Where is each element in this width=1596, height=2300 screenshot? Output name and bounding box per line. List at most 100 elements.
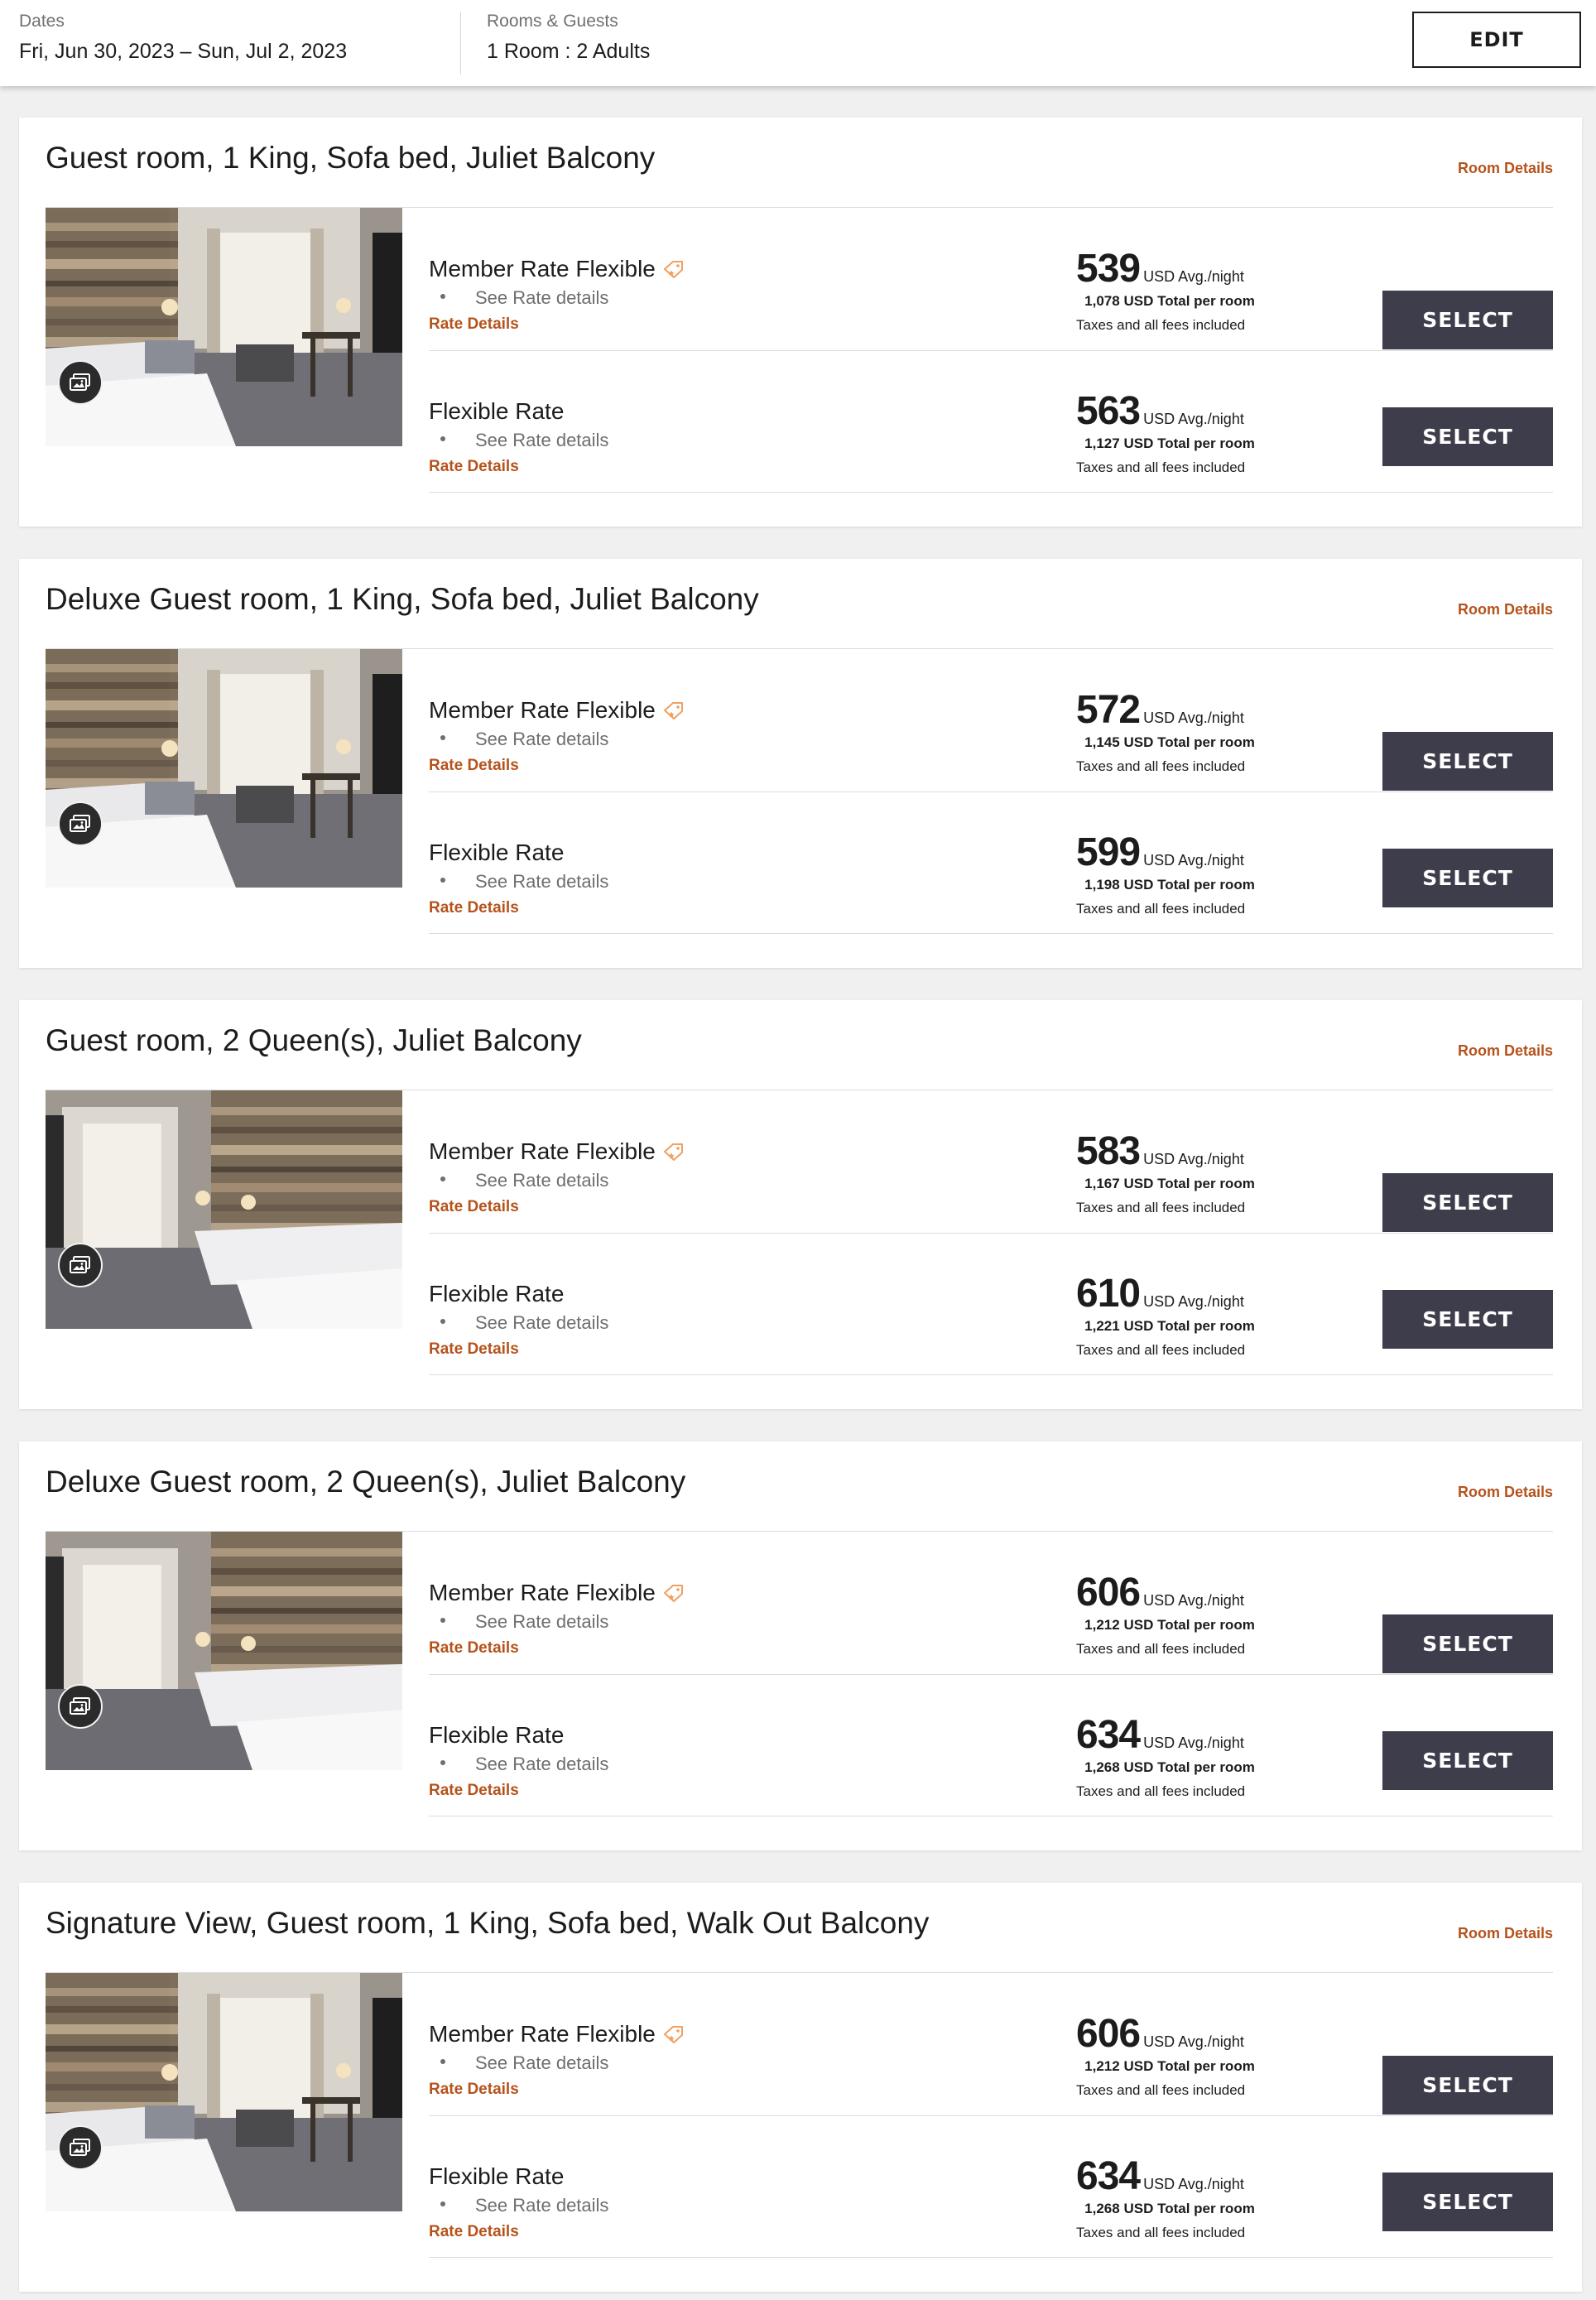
taxes-note: Taxes and all fees included xyxy=(1076,1783,1246,1799)
room-title: Signature View, Guest room, 1 King, Sofa… xyxy=(46,1906,930,1940)
see-rate-details: See Rate details xyxy=(440,871,608,893)
rate-details-link[interactable]: Rate Details xyxy=(429,757,519,775)
avg-nightly-unit: USD Avg./night xyxy=(1143,268,1244,285)
select-button[interactable]: SELECT xyxy=(1382,2056,1553,2115)
total-suffix: USD Total per room xyxy=(1123,1759,1255,1775)
avg-nightly-price: 634 xyxy=(1076,2154,1141,2198)
select-button[interactable]: SELECT xyxy=(1382,1614,1553,1673)
room-details-link[interactable]: Room Details xyxy=(1458,160,1553,177)
rate-name: Flexible Rate xyxy=(429,1722,565,1748)
flexible-rate-option: Flexible Rate See Rate details Rate Deta… xyxy=(429,1674,1553,1816)
member-tag-icon xyxy=(662,2024,685,2044)
total-price: 1,167 USD Total per room xyxy=(1076,1176,1263,1192)
member-rate-option: Member Rate Flexible See Rate details Ra… xyxy=(429,649,1553,792)
bullet-dot xyxy=(440,1618,445,1624)
room-details-link[interactable]: Room Details xyxy=(1458,1042,1553,1060)
edit-button[interactable]: EDIT xyxy=(1412,12,1581,68)
header-divider xyxy=(460,12,461,75)
price-block: 610 USD Avg./night 1,221 USD Total per ro… xyxy=(1076,1271,1291,1359)
price-block: 634 USD Avg./night 1,268 USD Total per ro… xyxy=(1076,2153,1291,2241)
photo-gallery-button[interactable] xyxy=(58,1684,103,1729)
total-price: 1,127 USD Total per room xyxy=(1076,435,1263,452)
room-details-link[interactable]: Room Details xyxy=(1458,1925,1553,1942)
room-photo[interactable] xyxy=(46,649,402,888)
bullet-dot xyxy=(440,2059,445,2065)
rate-details-link[interactable]: Rate Details xyxy=(429,1198,519,1216)
member-tag-icon xyxy=(663,2026,683,2043)
total-price: 1,145 USD Total per room xyxy=(1076,734,1263,751)
room-photo[interactable] xyxy=(46,1090,402,1329)
total-amount: 1,212 xyxy=(1084,1617,1120,1633)
room-details-link[interactable]: Room Details xyxy=(1458,601,1553,618)
rate-details-link[interactable]: Rate Details xyxy=(429,1639,519,1658)
select-button[interactable]: SELECT xyxy=(1382,291,1553,349)
rate-details-link[interactable]: Rate Details xyxy=(429,1340,519,1359)
member-tag-icon xyxy=(663,1585,683,1602)
avg-nightly-unit: USD Avg./night xyxy=(1143,710,1244,726)
room-photo-image xyxy=(46,208,402,446)
member-tag-icon xyxy=(662,1142,685,1162)
gallery-icon xyxy=(70,2139,90,2156)
photo-gallery-button[interactable] xyxy=(58,801,103,846)
room-card-4: Deluxe Guest room, 2 Queen(s), Juliet Ba… xyxy=(19,1441,1582,1850)
taxes-note: Taxes and all fees included xyxy=(1076,1200,1246,1215)
flexible-rate-option: Flexible Rate See Rate details Rate Deta… xyxy=(429,2115,1553,2258)
room-photo[interactable] xyxy=(46,1973,402,2211)
select-button[interactable]: SELECT xyxy=(1382,849,1553,907)
price-block: 563 USD Avg./night 1,127 USD Total per ro… xyxy=(1076,388,1291,476)
total-suffix: USD Total per room xyxy=(1123,1176,1255,1191)
member-rate-option: Member Rate Flexible See Rate details Ra… xyxy=(429,208,1553,351)
see-rate-details: See Rate details xyxy=(440,729,608,750)
member-rate-option: Member Rate Flexible See Rate details Ra… xyxy=(429,1090,1553,1234)
rate-details-link[interactable]: Rate Details xyxy=(429,899,519,917)
taxes-note: Taxes and all fees included xyxy=(1076,460,1246,475)
see-rate-details-text: See Rate details xyxy=(475,2195,609,2216)
see-rate-details-text: See Rate details xyxy=(475,871,609,892)
rate-name: Flexible Rate xyxy=(429,2163,565,2189)
gallery-icon xyxy=(70,815,90,832)
select-button[interactable]: SELECT xyxy=(1382,1290,1553,1349)
price-block: 539 USD Avg./night 1,078 USD Total per ro… xyxy=(1076,246,1291,334)
total-amount: 1,268 xyxy=(1084,2201,1120,2216)
total-suffix: USD Total per room xyxy=(1123,2201,1255,2216)
see-rate-details-text: See Rate details xyxy=(475,287,609,308)
select-button[interactable]: SELECT xyxy=(1382,2172,1553,2231)
photo-gallery-button[interactable] xyxy=(58,1243,103,1287)
dates-value: Fri, Jun 30, 2023 – Sun, Jul 2, 2023 xyxy=(19,40,348,63)
see-rate-details: See Rate details xyxy=(440,2052,608,2074)
rate-details-link[interactable]: Rate Details xyxy=(429,1782,519,1800)
total-suffix: USD Total per room xyxy=(1123,1617,1255,1633)
room-photo-image xyxy=(46,649,402,888)
photo-gallery-button[interactable] xyxy=(58,360,103,405)
gallery-icon xyxy=(70,1256,90,1273)
room-details-link[interactable]: Room Details xyxy=(1458,1484,1553,1501)
room-photo[interactable] xyxy=(46,1532,402,1770)
rooms-guests-value: 1 Room : 2 Adults xyxy=(487,40,651,63)
flexible-rate-option: Flexible Rate See Rate details Rate Deta… xyxy=(429,350,1553,493)
member-tag-icon xyxy=(662,1583,685,1603)
select-button[interactable]: SELECT xyxy=(1382,1173,1553,1232)
price-block: 634 USD Avg./night 1,268 USD Total per ro… xyxy=(1076,1712,1291,1800)
select-button[interactable]: SELECT xyxy=(1382,1731,1553,1790)
rate-details-link[interactable]: Rate Details xyxy=(429,2223,519,2241)
rate-name: Member Rate Flexible xyxy=(429,256,656,281)
total-suffix: USD Total per room xyxy=(1123,293,1255,309)
rate-details-link[interactable]: Rate Details xyxy=(429,2081,519,2099)
avg-nightly-unit: USD Avg./night xyxy=(1143,852,1244,869)
rate-name: Member Rate Flexible xyxy=(429,1580,656,1605)
room-photo-image xyxy=(46,1090,402,1329)
select-button[interactable]: SELECT xyxy=(1382,407,1553,466)
bullet-dot xyxy=(440,735,445,741)
price-block: 599 USD Avg./night 1,198 USD Total per ro… xyxy=(1076,830,1291,917)
taxes-note: Taxes and all fees included xyxy=(1076,901,1246,917)
taxes-note: Taxes and all fees included xyxy=(1076,1641,1246,1657)
rate-details-link[interactable]: Rate Details xyxy=(429,315,519,334)
photo-gallery-button[interactable] xyxy=(58,2125,103,2170)
room-photo-image xyxy=(46,1532,402,1770)
rate-details-link[interactable]: Rate Details xyxy=(429,458,519,476)
select-button[interactable]: SELECT xyxy=(1382,732,1553,791)
taxes-note: Taxes and all fees included xyxy=(1076,317,1246,333)
see-rate-details-text: See Rate details xyxy=(475,430,609,450)
room-photo[interactable] xyxy=(46,208,402,446)
price-block: 583 USD Avg./night 1,167 USD Total per ro… xyxy=(1076,1128,1291,1216)
